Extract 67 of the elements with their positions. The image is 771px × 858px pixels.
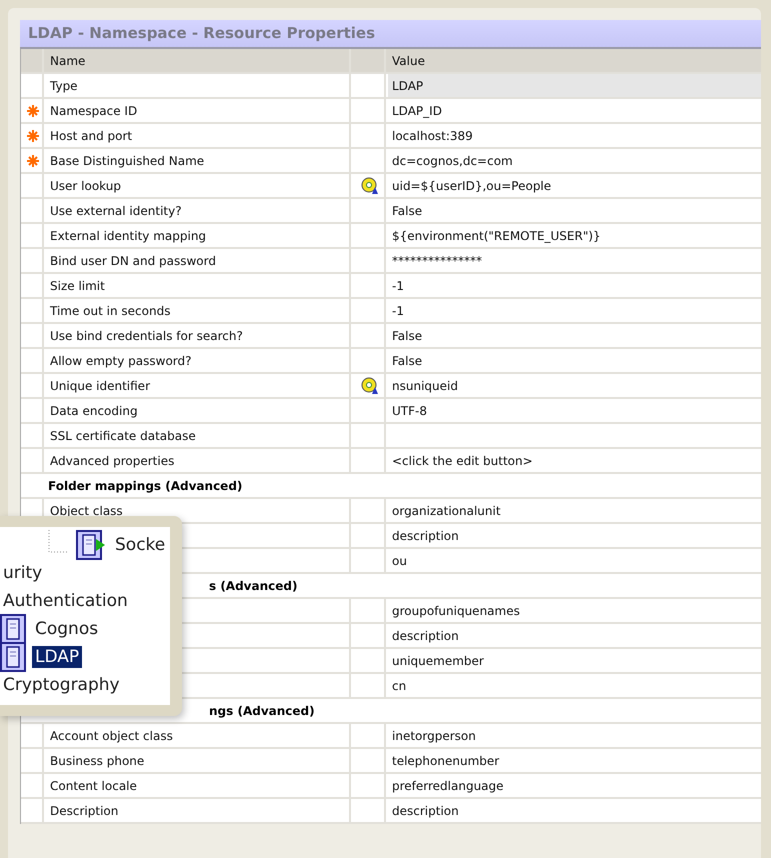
property-value[interactable]: telephonenumber bbox=[388, 749, 761, 772]
property-name: Object class bbox=[49, 502, 124, 520]
property-value[interactable]: localhost:389 bbox=[388, 124, 761, 147]
section-title: Folder mappings (Advanced) bbox=[48, 478, 242, 492]
property-name: Namespace ID bbox=[49, 102, 138, 120]
column-header[interactable]: Value bbox=[388, 49, 761, 72]
property-value[interactable]: organizationalunit bbox=[388, 499, 761, 522]
property-value[interactable]: LDAP bbox=[388, 74, 761, 97]
property-name: Data encoding bbox=[49, 402, 139, 420]
property-name: Advanced properties bbox=[49, 452, 176, 470]
required-icon bbox=[26, 154, 38, 166]
property-value[interactable]: description bbox=[388, 799, 761, 822]
property-value[interactable]: preferredlanguage bbox=[388, 774, 761, 797]
property-value[interactable]: groupofuniquenames bbox=[388, 599, 761, 622]
property-value[interactable]: ou bbox=[388, 549, 761, 572]
property-value[interactable]: nsuniqueid bbox=[388, 374, 761, 397]
panel-title: LDAP - Namespace - Resource Properties bbox=[20, 20, 761, 49]
property-name: Account object class bbox=[49, 728, 174, 744]
server-icon bbox=[0, 642, 26, 672]
tree-item[interactable]: Authentication bbox=[0, 590, 131, 612]
column-header[interactable]: Name bbox=[46, 49, 351, 72]
property-name: Description bbox=[49, 802, 120, 820]
property-name: Base Distinguished Name bbox=[49, 152, 206, 170]
property-name: User lookup bbox=[49, 178, 122, 194]
property-value[interactable]: cn bbox=[388, 674, 761, 697]
section-title: s (Advanced) bbox=[209, 578, 298, 592]
lookup-icon[interactable] bbox=[360, 376, 378, 394]
property-value[interactable]: uid=${userID},ou=People bbox=[388, 174, 761, 197]
section-title: ngs (Advanced) bbox=[209, 704, 315, 718]
property-name: Use external identity? bbox=[49, 202, 183, 220]
property-name: Size limit bbox=[49, 278, 106, 294]
property-value[interactable]: ${environment("REMOTE_USER")} bbox=[388, 224, 761, 247]
property-name: Time out in seconds bbox=[49, 302, 172, 320]
property-value[interactable]: dc=cognos,dc=com bbox=[388, 149, 761, 172]
property-value[interactable]: *************** bbox=[388, 249, 761, 272]
required-icon bbox=[26, 104, 38, 116]
property-value[interactable]: description bbox=[388, 624, 761, 647]
property-value[interactable]: False bbox=[388, 324, 761, 347]
property-value[interactable]: <click the edit button> bbox=[388, 449, 761, 472]
tree-item[interactable]: urity bbox=[0, 562, 46, 584]
server-icon bbox=[0, 614, 26, 644]
tree-item[interactable]: Cryptography bbox=[0, 674, 123, 696]
property-value[interactable]: -1 bbox=[388, 274, 761, 297]
property-name: Use bind credentials for search? bbox=[49, 328, 244, 344]
property-name: External identity mapping bbox=[49, 228, 208, 244]
tree-item[interactable]: Cognos bbox=[32, 618, 102, 640]
property-name: Host and port bbox=[49, 128, 134, 144]
property-value[interactable]: UTF-8 bbox=[388, 399, 761, 422]
property-value[interactable]: description bbox=[388, 524, 761, 547]
required-icon bbox=[26, 130, 38, 142]
tree-item[interactable]: LDAP bbox=[32, 646, 82, 668]
property-name: Business phone bbox=[49, 752, 146, 770]
property-name: Bind user DN and password bbox=[49, 252, 217, 270]
property-value[interactable]: inetorgperson bbox=[388, 724, 761, 747]
property-value[interactable]: uniquemember bbox=[388, 649, 761, 672]
server-play-icon bbox=[76, 530, 106, 560]
property-name: Content locale bbox=[49, 778, 138, 794]
property-name: Unique identifier bbox=[49, 378, 151, 394]
tree-item[interactable]: Socke bbox=[112, 534, 168, 556]
property-value[interactable]: LDAP_ID bbox=[388, 99, 761, 122]
property-name: Type bbox=[49, 78, 79, 94]
property-name: SSL certificate database bbox=[49, 428, 197, 444]
lookup-icon[interactable] bbox=[360, 176, 378, 194]
property-value[interactable]: False bbox=[388, 349, 761, 372]
property-value[interactable]: -1 bbox=[388, 299, 761, 322]
property-value[interactable]: False bbox=[388, 199, 761, 222]
property-name: Allow empty password? bbox=[49, 352, 192, 370]
